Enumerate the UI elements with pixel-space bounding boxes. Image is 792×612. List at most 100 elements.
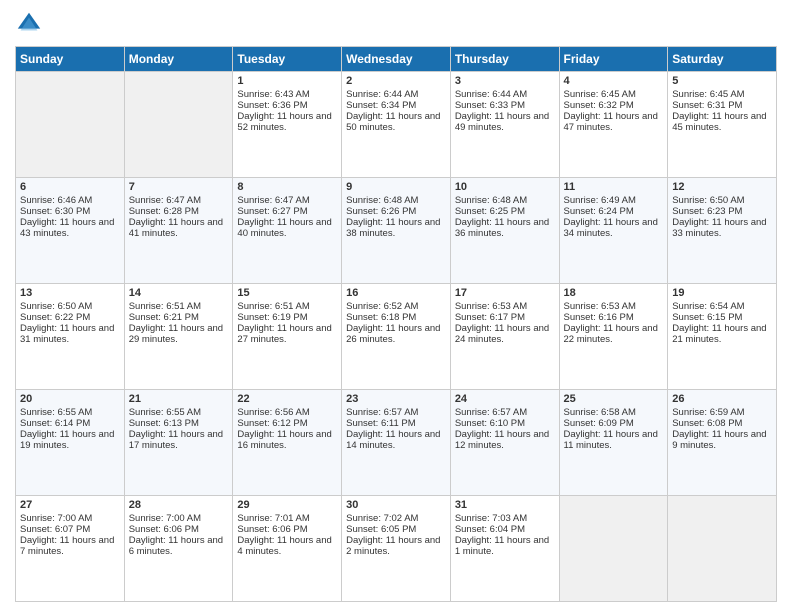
day-number: 18 [564,287,664,299]
daylight-text: Daylight: 11 hours and 7 minutes. [20,535,120,557]
calendar-week-row: 20Sunrise: 6:55 AMSunset: 6:14 PMDayligh… [16,390,777,496]
sunrise-text: Sunrise: 6:45 AM [672,89,772,100]
daylight-text: Daylight: 11 hours and 21 minutes. [672,323,772,345]
sunset-text: Sunset: 6:13 PM [129,418,229,429]
weekday-header: Friday [559,47,668,72]
day-number: 31 [455,499,555,511]
sunset-text: Sunset: 6:27 PM [237,206,337,217]
daylight-text: Daylight: 11 hours and 29 minutes. [129,323,229,345]
daylight-text: Daylight: 11 hours and 34 minutes. [564,217,664,239]
sunrise-text: Sunrise: 7:00 AM [129,513,229,524]
sunset-text: Sunset: 6:16 PM [564,312,664,323]
daylight-text: Daylight: 11 hours and 24 minutes. [455,323,555,345]
sunset-text: Sunset: 6:07 PM [20,524,120,535]
daylight-text: Daylight: 11 hours and 6 minutes. [129,535,229,557]
calendar-cell: 24 Sunrise: 6:57 AMSunset: 6:10 PMDayligh… [450,390,559,496]
day-number: 12 [672,181,772,193]
daylight-text: Daylight: 11 hours and 50 minutes. [346,111,446,133]
calendar-cell: 1Sunrise: 6:43 AMSunset: 6:36 PMDaylight… [233,72,342,178]
calendar-cell: 6Sunrise: 6:46 AMSunset: 6:30 PMDaylight… [16,178,125,284]
day-number: 3 [455,75,555,87]
sunset-text: Sunset: 6:33 PM [455,100,555,111]
day-number: 6 [20,181,120,193]
day-number: 22 [237,393,337,405]
calendar-cell: 5Sunrise: 6:45 AMSunset: 6:31 PMDaylight… [668,72,777,178]
day-number: 19 [672,287,772,299]
day-number: 25 [564,393,664,405]
calendar-cell: 26Sunrise: 6:59 AMSunset: 6:08 PMDayligh… [668,390,777,496]
sunrise-text: Sunrise: 6:44 AM [455,89,555,100]
daylight-text: Daylight: 11 hours and 38 minutes. [346,217,446,239]
daylight-text: Daylight: 11 hours and 27 minutes. [237,323,337,345]
sunset-text: Sunset: 6:12 PM [237,418,337,429]
sunrise-text: Sunrise: 6:57 AM [346,407,446,418]
sunset-text: Sunset: 6:10 PM [455,418,555,429]
sunset-text: Sunset: 6:23 PM [672,206,772,217]
sunrise-text: Sunrise: 6:57 AM [455,407,555,418]
sunset-text: Sunset: 6:09 PM [564,418,664,429]
calendar-cell: 19Sunrise: 6:54 AMSunset: 6:15 PMDayligh… [668,284,777,390]
sunrise-text: Sunrise: 6:50 AM [20,301,120,312]
calendar-cell: 25Sunrise: 6:58 AMSunset: 6:09 PMDayligh… [559,390,668,496]
sunrise-text: Sunrise: 6:47 AM [129,195,229,206]
calendar-cell: 16Sunrise: 6:52 AMSunset: 6:18 PMDayligh… [342,284,451,390]
sunrise-text: Sunrise: 6:59 AM [672,407,772,418]
calendar-cell: 28Sunrise: 7:00 AMSunset: 6:06 PMDayligh… [124,496,233,602]
sunset-text: Sunset: 6:34 PM [346,100,446,111]
day-number: 8 [237,181,337,193]
daylight-text: Daylight: 11 hours and 26 minutes. [346,323,446,345]
daylight-text: Daylight: 11 hours and 47 minutes. [564,111,664,133]
sunset-text: Sunset: 6:24 PM [564,206,664,217]
calendar-cell [668,496,777,602]
calendar-cell: 14Sunrise: 6:51 AMSunset: 6:21 PMDayligh… [124,284,233,390]
sunrise-text: Sunrise: 7:00 AM [20,513,120,524]
sunrise-text: Sunrise: 6:48 AM [346,195,446,206]
daylight-text: Daylight: 11 hours and 31 minutes. [20,323,120,345]
sunset-text: Sunset: 6:19 PM [237,312,337,323]
day-number: 30 [346,499,446,511]
sunset-text: Sunset: 6:28 PM [129,206,229,217]
sunrise-text: Sunrise: 6:48 AM [455,195,555,206]
calendar-cell: 9Sunrise: 6:48 AMSunset: 6:26 PMDaylight… [342,178,451,284]
daylight-text: Daylight: 11 hours and 2 minutes. [346,535,446,557]
calendar-cell [16,72,125,178]
sunset-text: Sunset: 6:31 PM [672,100,772,111]
day-number: 24 [455,393,555,405]
daylight-text: Daylight: 11 hours and 45 minutes. [672,111,772,133]
day-number: 28 [129,499,229,511]
sunrise-text: Sunrise: 6:49 AM [564,195,664,206]
weekday-row: SundayMondayTuesdayWednesdayThursdayFrid… [16,47,777,72]
sunrise-text: Sunrise: 7:01 AM [237,513,337,524]
daylight-text: Daylight: 11 hours and 12 minutes. [455,429,555,451]
calendar-cell: 8 Sunrise: 6:47 AMSunset: 6:27 PMDaylight… [233,178,342,284]
daylight-text: Daylight: 11 hours and 17 minutes. [129,429,229,451]
sunset-text: Sunset: 6:30 PM [20,206,120,217]
daylight-text: Daylight: 11 hours and 33 minutes. [672,217,772,239]
day-number: 26 [672,393,772,405]
weekday-header: Tuesday [233,47,342,72]
sunset-text: Sunset: 6:36 PM [237,100,337,111]
sunset-text: Sunset: 6:14 PM [20,418,120,429]
weekday-header: Wednesday [342,47,451,72]
day-number: 23 [346,393,446,405]
day-number: 21 [129,393,229,405]
sunset-text: Sunset: 6:06 PM [237,524,337,535]
daylight-text: Daylight: 11 hours and 40 minutes. [237,217,337,239]
sunset-text: Sunset: 6:22 PM [20,312,120,323]
day-number: 9 [346,181,446,193]
weekday-header: Monday [124,47,233,72]
calendar-cell: 29Sunrise: 7:01 AMSunset: 6:06 PMDayligh… [233,496,342,602]
weekday-header: Thursday [450,47,559,72]
sunrise-text: Sunrise: 6:51 AM [129,301,229,312]
sunrise-text: Sunrise: 6:47 AM [237,195,337,206]
daylight-text: Daylight: 11 hours and 4 minutes. [237,535,337,557]
day-number: 7 [129,181,229,193]
sunrise-text: Sunrise: 6:44 AM [346,89,446,100]
calendar-cell: 13Sunrise: 6:50 AMSunset: 6:22 PMDayligh… [16,284,125,390]
sunset-text: Sunset: 6:32 PM [564,100,664,111]
sunrise-text: Sunrise: 6:53 AM [564,301,664,312]
sunset-text: Sunset: 6:18 PM [346,312,446,323]
sunset-text: Sunset: 6:08 PM [672,418,772,429]
daylight-text: Daylight: 11 hours and 16 minutes. [237,429,337,451]
day-number: 14 [129,287,229,299]
